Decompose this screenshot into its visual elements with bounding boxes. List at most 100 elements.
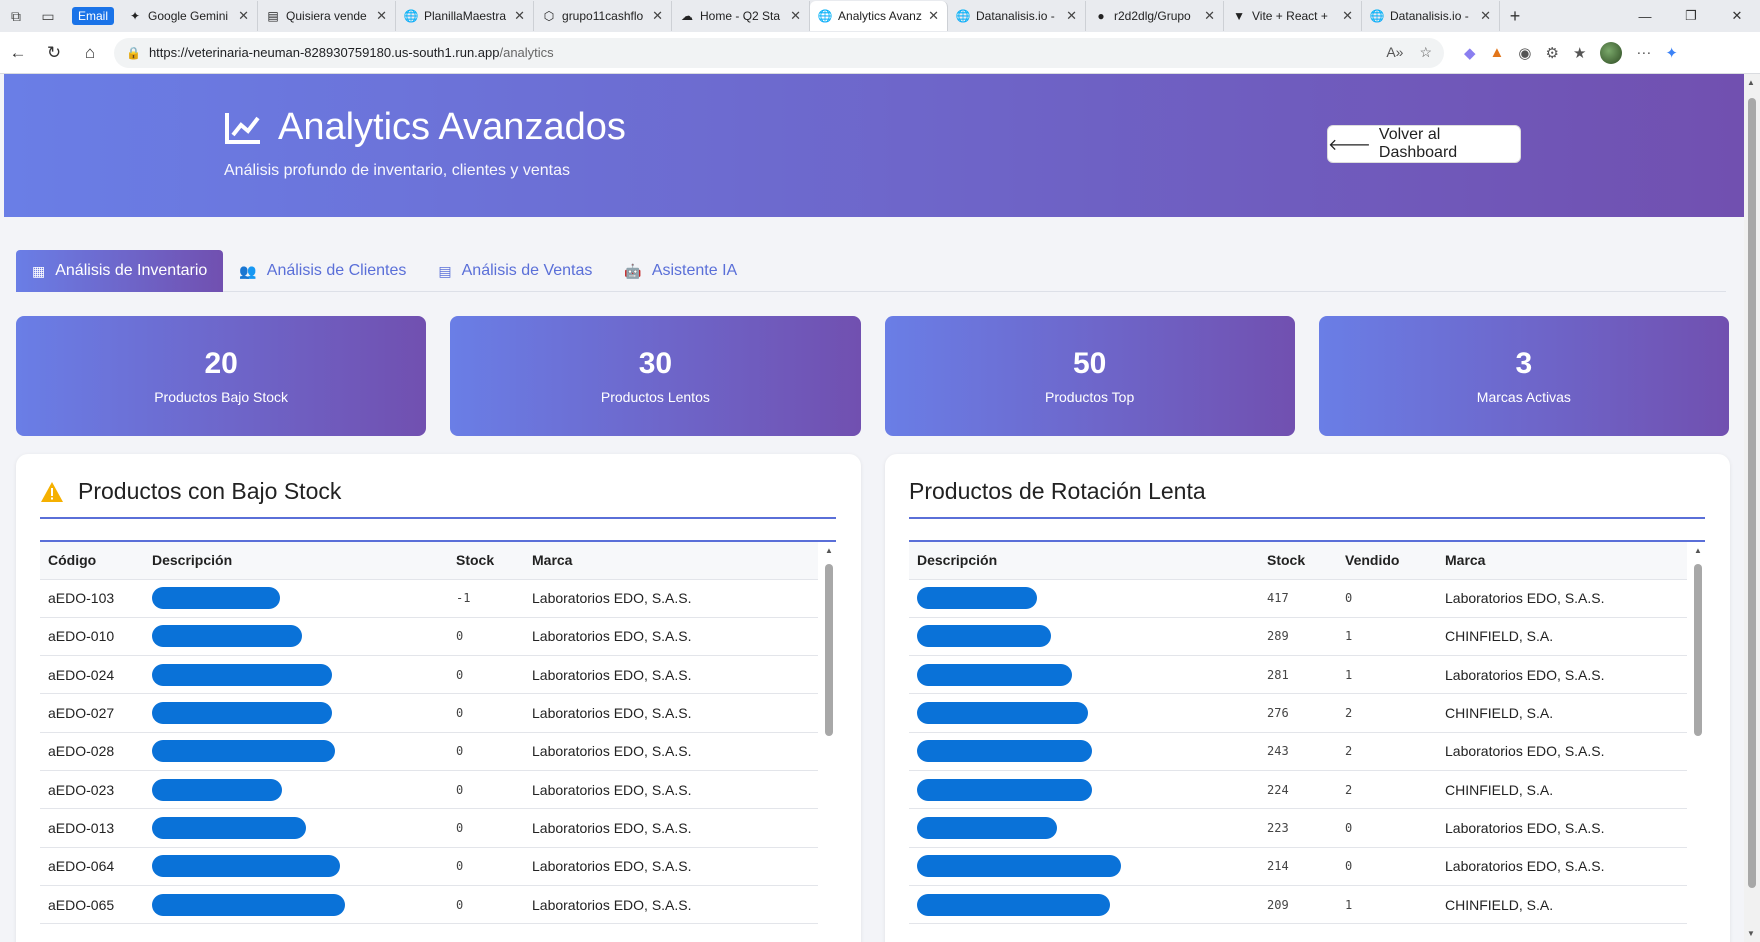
cell-brand: Laboratorios EDO, S.A.S. xyxy=(524,732,818,771)
cell-description xyxy=(909,885,1259,925)
browser-tab[interactable]: ✦ Google Gemini ✕ xyxy=(120,1,259,31)
low-stock-table: Código Descripción Stock Marca aEDO-103 -… xyxy=(40,542,818,925)
url-field[interactable]: 🔒 https://veterinaria-neuman-82893075918… xyxy=(114,37,1444,68)
minimize-icon[interactable]: — xyxy=(1622,0,1668,32)
cell-brand: Laboratorios EDO, S.A.S. xyxy=(1437,579,1687,618)
title-underline xyxy=(40,517,836,519)
cell-stock: 0 xyxy=(448,808,524,848)
scroll-down-icon[interactable]: ▼ xyxy=(1747,929,1755,938)
close-window-icon[interactable]: ✕ xyxy=(1714,0,1760,32)
table-row[interactable]: 224 2 CHINFIELD, S.A. xyxy=(909,770,1687,810)
tab-actions-icon[interactable]: ▭ xyxy=(32,0,64,32)
table-row[interactable]: aEDO-065 0 Laboratorios EDO, S.A.S. xyxy=(40,885,818,925)
col-header-stock[interactable]: Stock xyxy=(1259,542,1337,580)
favorite-star-icon[interactable]: ☆ xyxy=(1419,44,1432,61)
table-row[interactable]: aEDO-024 0 Laboratorios EDO, S.A.S. xyxy=(40,655,818,695)
cell-description xyxy=(144,808,448,848)
browser-tab[interactable]: ▤ Quisiera vende ✕ xyxy=(258,1,397,31)
col-header-descripcion[interactable]: Descripción xyxy=(144,542,448,580)
browser-tab[interactable]: ▼ Vite + React + ✕ xyxy=(1224,1,1363,31)
browser-tab[interactable]: ⬡ grupo11cashflo ✕ xyxy=(534,1,673,31)
cell-sold: 0 xyxy=(1337,579,1437,618)
table-row[interactable]: aEDO-013 0 Laboratorios EDO, S.A.S. xyxy=(40,808,818,848)
table-row[interactable]: aEDO-028 0 Laboratorios EDO, S.A.S. xyxy=(40,732,818,771)
scroll-up-icon[interactable]: ▲ xyxy=(1747,78,1755,87)
close-tab-icon[interactable]: ✕ xyxy=(652,8,663,24)
tab-asistente-ia[interactable]: 🤖 Asistente IA xyxy=(608,250,753,292)
back-to-dashboard-button[interactable]: 🡐 Volver al Dashboard xyxy=(1327,125,1521,163)
scroll-up-icon[interactable]: ▲ xyxy=(1694,546,1702,555)
scroll-up-icon[interactable]: ▲ xyxy=(825,546,833,555)
cell-stock: 243 xyxy=(1259,732,1337,771)
read-aloud-icon[interactable]: A» xyxy=(1386,44,1403,61)
back-icon[interactable]: ← xyxy=(0,37,36,69)
workspaces-icon[interactable]: ⧉ xyxy=(0,0,32,32)
lock-icon[interactable]: 🔒 xyxy=(126,46,141,60)
low-stock-table-wrap[interactable]: Código Descripción Stock Marca aEDO-103 -… xyxy=(40,540,836,942)
copilot-icon[interactable]: ✦ xyxy=(1665,44,1678,62)
table-row[interactable]: 243 2 Laboratorios EDO, S.A.S. xyxy=(909,732,1687,771)
home-icon[interactable]: ⌂ xyxy=(72,37,108,69)
refresh-icon[interactable]: ↻ xyxy=(36,37,72,69)
table-row[interactable]: 214 0 Laboratorios EDO, S.A.S. xyxy=(909,847,1687,886)
browser-tab[interactable]: ☁ Home - Q2 Sta ✕ xyxy=(672,1,811,31)
table-row[interactable]: aEDO-064 0 Laboratorios EDO, S.A.S. xyxy=(40,847,818,886)
table-row[interactable]: 417 0 Laboratorios EDO, S.A.S. xyxy=(909,579,1687,618)
col-header-marca[interactable]: Marca xyxy=(524,542,818,580)
page-scrollbar-thumb[interactable] xyxy=(1748,98,1756,888)
more-menu-icon[interactable]: ··· xyxy=(1636,44,1651,61)
cell-stock: 0 xyxy=(448,770,524,810)
close-tab-icon[interactable]: ✕ xyxy=(376,8,387,24)
restore-icon[interactable]: ❐ xyxy=(1668,0,1714,32)
email-pinned-tab[interactable]: Email xyxy=(72,7,115,25)
new-tab-button[interactable]: + xyxy=(1500,6,1530,27)
page-scrollbar[interactable]: ▲ ▼ xyxy=(1744,74,1760,942)
extension-icon[interactable]: ◉ xyxy=(1518,44,1531,62)
copilot-extension-icon[interactable]: ◆ xyxy=(1464,44,1476,62)
browser-tab[interactable]: 🌐 Analytics Avanz ✕ xyxy=(810,1,949,31)
table-row[interactable]: 281 1 Laboratorios EDO, S.A.S. xyxy=(909,655,1687,695)
metamask-icon[interactable]: ▲ xyxy=(1490,44,1505,61)
table-row[interactable]: 276 2 CHINFIELD, S.A. xyxy=(909,693,1687,733)
browser-tab[interactable]: 🌐 Datanalisis.io - ✕ xyxy=(1362,1,1501,31)
table-row[interactable]: aEDO-103 -1 Laboratorios EDO, S.A.S. xyxy=(40,579,818,618)
table-scrollbar[interactable]: ▲ ▼ xyxy=(1691,542,1705,942)
scrollbar-thumb[interactable] xyxy=(825,564,833,736)
close-tab-icon[interactable]: ✕ xyxy=(790,8,801,24)
puzzle-icon[interactable]: ⚙ xyxy=(1546,44,1559,62)
panel-title-text: Productos con Bajo Stock xyxy=(78,478,342,504)
table-scrollbar[interactable]: ▲ ▼ xyxy=(822,542,836,942)
table-row[interactable]: 223 0 Laboratorios EDO, S.A.S. xyxy=(909,808,1687,848)
close-tab-icon[interactable]: ✕ xyxy=(1342,8,1353,24)
col-header-marca[interactable]: Marca xyxy=(1437,542,1687,580)
close-tab-icon[interactable]: ✕ xyxy=(1480,8,1491,24)
close-tab-icon[interactable]: ✕ xyxy=(238,8,249,24)
col-header-descripcion[interactable]: Descripción xyxy=(909,542,1259,580)
close-tab-icon[interactable]: ✕ xyxy=(928,8,939,24)
table-row[interactable]: 289 1 CHINFIELD, S.A. xyxy=(909,617,1687,657)
profile-avatar[interactable] xyxy=(1600,41,1623,64)
tab-inventario[interactable]: ▦ Análisis de Inventario xyxy=(16,250,224,292)
col-header-vendido[interactable]: Vendido xyxy=(1337,542,1437,580)
slow-rotation-panel: Productos de Rotación Lenta Descripción … xyxy=(885,454,1730,942)
close-tab-icon[interactable]: ✕ xyxy=(1204,8,1215,24)
slow-rotation-table-wrap[interactable]: Descripción Stock Vendido Marca 417 0 Labo… xyxy=(909,540,1705,942)
table-row[interactable]: 209 1 CHINFIELD, S.A. xyxy=(909,885,1687,925)
table-row[interactable]: aEDO-023 0 Laboratorios EDO, S.A.S. xyxy=(40,770,818,810)
browser-tab[interactable]: 🌐 PlanillaMaestra ✕ xyxy=(396,1,535,31)
col-header-codigo[interactable]: Código xyxy=(40,542,144,580)
col-header-stock[interactable]: Stock xyxy=(448,542,524,580)
scrollbar-thumb[interactable] xyxy=(1694,564,1702,736)
tab-clientes[interactable]: 👥 Análisis de Clientes xyxy=(223,250,422,292)
close-tab-icon[interactable]: ✕ xyxy=(514,8,525,24)
stat-label: Marcas Activas xyxy=(1476,389,1571,405)
browser-tab[interactable]: ● r2d2dlg/Grupo ✕ xyxy=(1086,1,1225,31)
tab-ventas[interactable]: ▤ Análisis de Ventas xyxy=(422,250,608,292)
table-row[interactable]: aEDO-027 0 Laboratorios EDO, S.A.S. xyxy=(40,693,818,733)
table-row[interactable]: aEDO-010 0 Laboratorios EDO, S.A.S. xyxy=(40,617,818,657)
cell-stock: 0 xyxy=(448,885,524,925)
favorites-icon[interactable]: ★ xyxy=(1573,44,1586,62)
close-tab-icon[interactable]: ✕ xyxy=(1066,8,1077,24)
extensions-bar: ◆ ▲ ◉ ⚙ ★ ··· ✦ xyxy=(1464,41,1678,64)
browser-tab[interactable]: 🌐 Datanalisis.io - ✕ xyxy=(948,1,1087,31)
